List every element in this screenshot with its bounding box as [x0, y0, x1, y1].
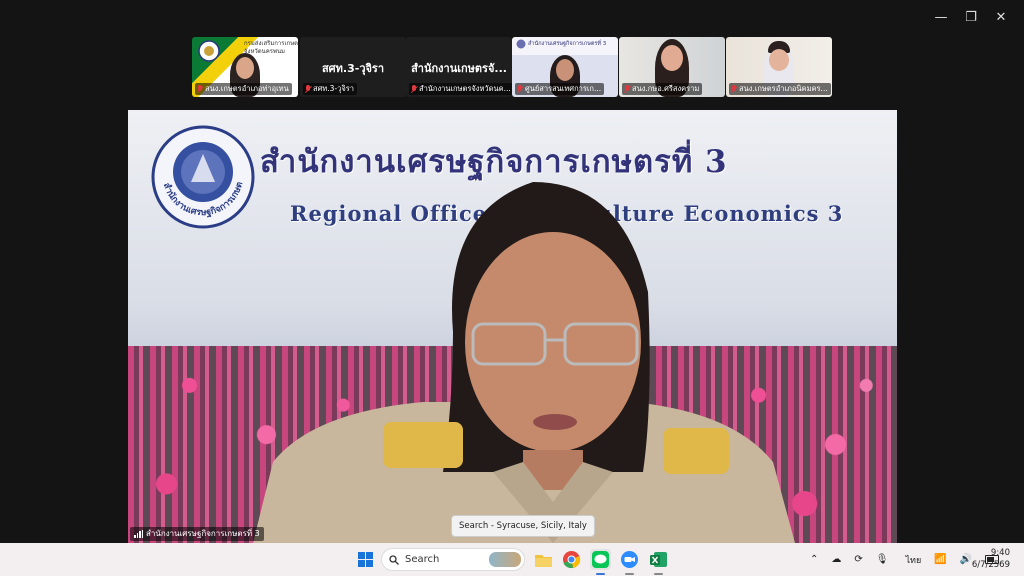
start-button[interactable] — [355, 549, 376, 570]
speaker-video — [253, 182, 795, 543]
sync-icon[interactable]: ⟳ — [854, 554, 862, 565]
participant-tile[interactable]: สศท.3-วุจิรา สศท.3-วุจิรา — [300, 37, 406, 97]
participant-strip: กรมส่งเสริมการเกษตรอำเภอ จังหวัดนครพนม ส… — [192, 37, 832, 97]
running-indicator — [625, 573, 634, 575]
line-app-icon — [592, 551, 609, 568]
line-button[interactable] — [590, 549, 611, 570]
participant-tile[interactable]: สนง.เกษตรอำเภอนิคมคร... — [726, 37, 832, 97]
participant-tile[interactable]: สำนักงานเศรษฐกิจการเกษตรที่ 3 ศูนย์สารสน… — [512, 37, 618, 97]
participant-name: สนง.เกษตรอำเภอท่าอุเทน — [195, 83, 292, 95]
participant-name: สศท.3-วุจิรา — [303, 83, 357, 95]
participant-name: ศูนย์สารสนเทศการเก... — [515, 83, 605, 95]
zoom-icon — [621, 551, 638, 568]
speaker-name-tag: สำนักงานเศรษฐกิจการเกษตรที่ 3 — [130, 527, 264, 541]
participant-face — [769, 49, 789, 71]
active-indicator — [596, 573, 605, 575]
minimize-button[interactable]: — — [926, 6, 956, 28]
window-controls: — ❐ ✕ — [926, 6, 1016, 28]
zoom-button[interactable] — [619, 549, 640, 570]
excel-icon — [650, 552, 667, 567]
participant-tile[interactable]: กรมส่งเสริมการเกษตรอำเภอ จังหวัดนครพนม ส… — [192, 37, 298, 97]
running-indicator — [654, 573, 663, 575]
participant-name: สนง.กษอ.ศรีสงคราม — [622, 83, 703, 95]
mic-muted-icon — [305, 85, 311, 93]
system-tray: ⌃ ☁ ⟳ 🎙 ไทย 📶 🔊 — [810, 543, 1000, 576]
file-explorer-button[interactable] — [533, 549, 554, 570]
mic-muted-icon — [197, 85, 203, 93]
participant-name: สนง.เกษตรอำเภอนิคมคร... — [729, 83, 831, 95]
search-placeholder: Search — [405, 554, 440, 565]
language-indicator[interactable]: ไทย — [905, 553, 921, 567]
restore-button[interactable]: ❐ — [956, 6, 986, 28]
folder-icon — [535, 555, 552, 567]
department-logo — [516, 39, 526, 49]
mic-muted-icon — [411, 85, 417, 93]
excel-button[interactable] — [648, 549, 669, 570]
chrome-button[interactable] — [561, 549, 582, 570]
wifi-icon[interactable]: 📶 — [934, 554, 946, 565]
search-tooltip: Search - Syracuse, Sicily, Italy — [451, 515, 595, 537]
clock-date: 6/7/2569 — [971, 560, 1010, 570]
participant-tile[interactable]: สนง.กษอ.ศรีสงคราม — [619, 37, 725, 97]
office-seal-logo: สำนักงานเศรษฐกิจการเกษตร — [150, 124, 255, 229]
microphone-icon[interactable]: 🎙 — [876, 554, 889, 565]
clock-time: 9:40 — [990, 548, 1010, 558]
participant-label: สศท.3-วุจิรา — [321, 62, 385, 75]
main-video[interactable]: สำนักงานเศรษฐกิจการเกษตร สำนักงานเศรษฐกิ… — [128, 110, 897, 543]
volume-icon[interactable]: 🔊 — [960, 554, 972, 565]
cloud-icon[interactable]: ☁ — [831, 554, 841, 565]
mic-muted-icon — [517, 85, 523, 93]
search-highlight-image — [489, 552, 521, 567]
mic-muted-icon — [624, 85, 630, 93]
participant-tile[interactable]: สำนักงานเกษตรจั... สำนักงานเกษตรจังหวัดน… — [406, 37, 512, 97]
participant-name: สำนักงานเกษตรจังหวัดนค... — [409, 83, 512, 95]
signal-icon — [134, 530, 143, 538]
taskbar-search[interactable]: Search — [381, 548, 525, 571]
close-button[interactable]: ✕ — [986, 6, 1016, 28]
chrome-icon — [563, 551, 581, 569]
windows-icon — [358, 552, 373, 567]
logo-text: กรมส่งเสริมการเกษตรอำเภอ — [244, 40, 298, 47]
participant-label: สำนักงานเกษตรจั... — [411, 62, 507, 75]
mic-muted-icon — [731, 85, 737, 93]
taskbar: Search ⌃ ☁ ⟳ 🎙 ไทย 📶 🔊 9:40 6/7/2569 — [0, 543, 1024, 576]
search-icon — [389, 554, 399, 565]
chevron-up-icon[interactable]: ⌃ — [810, 554, 818, 565]
department-logo — [198, 40, 220, 62]
slide-banner: สำนักงานเศรษฐกิจการเกษตรที่ 3 — [528, 41, 607, 47]
participant-face — [661, 45, 683, 71]
participant-face — [556, 59, 574, 81]
clock[interactable]: 9:40 6/7/2569 — [972, 547, 1010, 571]
participant-face — [236, 57, 254, 79]
